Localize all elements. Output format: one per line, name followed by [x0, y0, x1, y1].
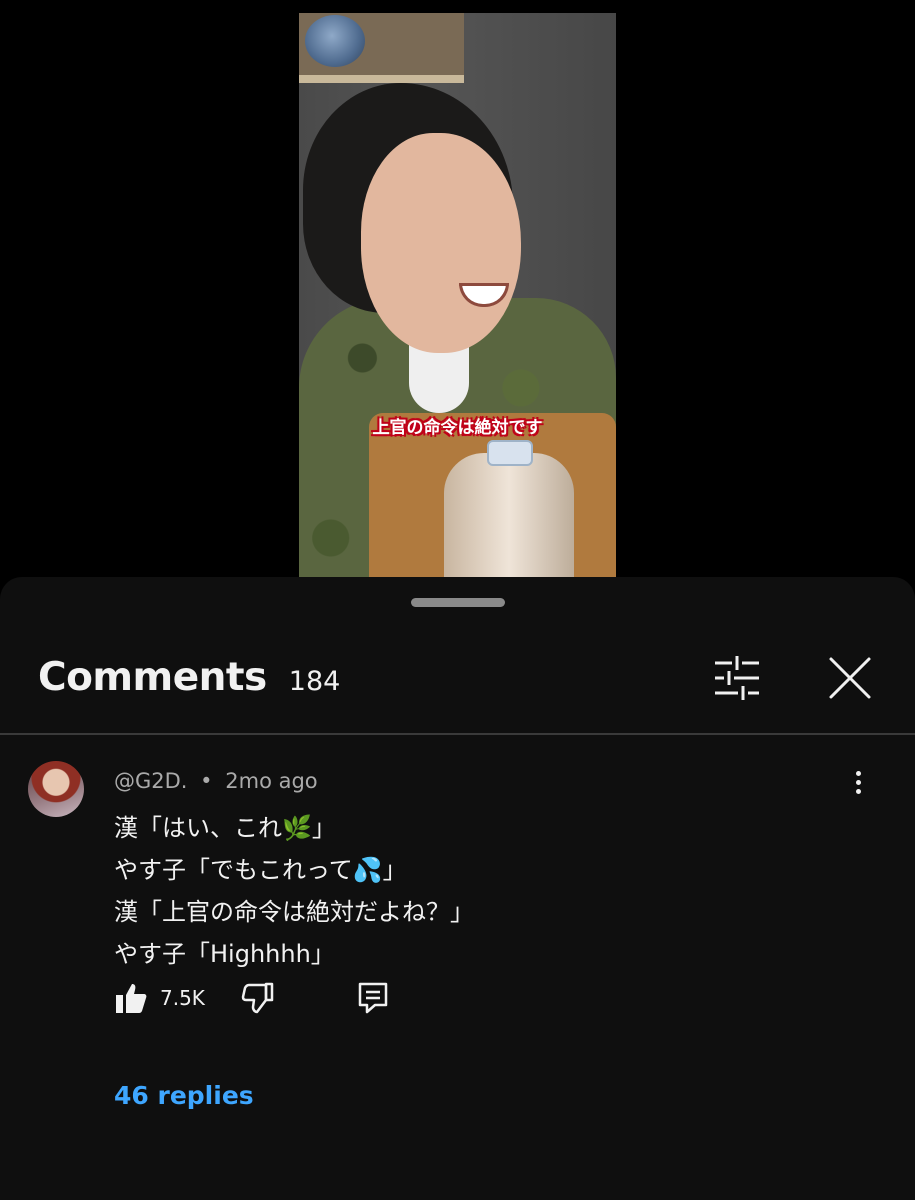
comment-actions: 7.5K: [114, 973, 389, 1023]
video-caption: 上官の命令は絶対です: [372, 418, 543, 438]
comment-time: 2mo ago: [225, 769, 318, 793]
video-shelf-object: [305, 15, 365, 67]
close-icon: [829, 657, 871, 699]
like-count: 7.5K: [160, 986, 205, 1010]
drag-handle[interactable]: [411, 598, 505, 607]
video-player[interactable]: 上官の命令は絶対です: [299, 13, 616, 588]
comment-line: やす子「Highhhh」: [114, 940, 335, 968]
comments-header: Comments 184: [38, 655, 340, 705]
view-replies-link[interactable]: 46 replies: [114, 1081, 254, 1110]
comment-body: 漢「はい、これ🌿」 やす子「でもこれって💦」 漢「上官の命令は絶対だよね？」 や…: [114, 807, 474, 975]
thumbs-up-icon: [116, 984, 147, 1013]
like-button[interactable]: 7.5K: [114, 981, 205, 1015]
reply-button[interactable]: [357, 981, 389, 1015]
comments-title: Comments: [38, 655, 267, 700]
screen: 上官の命令は絶対です Comments 184 @G2D. • 2mo ago …: [0, 0, 915, 1200]
video-person-face: [361, 133, 521, 353]
more-vertical-icon: [842, 771, 874, 794]
avatar[interactable]: [28, 761, 84, 817]
comments-count: 184: [288, 666, 341, 697]
comment-line: 漢「はい、これ🌿」: [114, 814, 336, 842]
sort-filter-button[interactable]: [712, 655, 762, 701]
dislike-button[interactable]: [241, 981, 275, 1015]
comment-line: 漢「上官の命令は絶対だよね？」: [114, 898, 474, 926]
sliders-icon: [715, 656, 759, 700]
comment-item: @G2D. • 2mo ago 漢「はい、これ🌿」 やす子「でもこれって💦」 漢…: [0, 735, 915, 1200]
close-button[interactable]: [825, 653, 875, 703]
comment-meta: @G2D. • 2mo ago: [114, 769, 318, 793]
reply-comment-icon: [358, 982, 388, 1014]
comment-author[interactable]: @G2D.: [114, 769, 187, 793]
video-shelf: [299, 13, 464, 83]
video-bottle-cap: [487, 440, 533, 466]
comments-sheet: Comments 184 @G2D. • 2mo ago 漢「はい、これ🌿」 や…: [0, 577, 915, 1200]
meta-separator: •: [200, 769, 213, 793]
thumbs-down-icon: [241, 982, 274, 1014]
video-person-shirt: [409, 343, 469, 413]
video-water-bottle: [444, 453, 574, 588]
comment-line: やす子「でもこれって💦」: [114, 856, 407, 884]
more-options-button[interactable]: [842, 767, 874, 803]
